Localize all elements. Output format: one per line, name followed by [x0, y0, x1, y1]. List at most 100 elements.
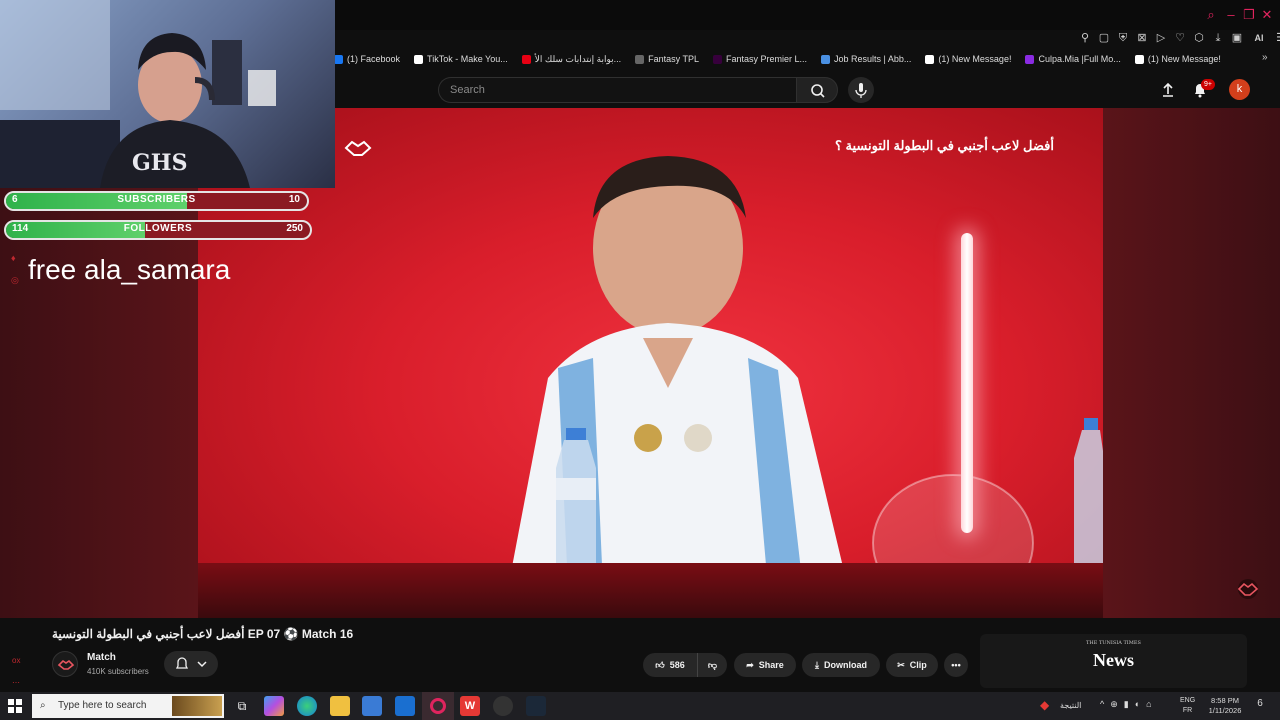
language-bottom: FR: [1182, 707, 1193, 714]
search-button[interactable]: [796, 77, 838, 103]
bookmark-item[interactable]: (1) New Message!: [1134, 54, 1221, 64]
windows-start-icon[interactable]: [6, 697, 24, 715]
tiktok-icon: ♦: [11, 253, 16, 263]
shield-icon[interactable]: ⛨: [1116, 31, 1130, 45]
file-explorer-icon[interactable]: [330, 696, 350, 716]
channel-name[interactable]: Match: [87, 652, 116, 663]
subscribers-label: SUBSCRIBERS: [117, 194, 196, 205]
bookmark-item[interactable]: Fantasy TPL: [635, 54, 699, 64]
bookmark-item[interactable]: Culpa.Mia |Full Mo...: [1025, 54, 1121, 64]
news-title: News: [1093, 650, 1134, 670]
left-rail-icon-1: ᴏx: [12, 656, 21, 665]
download-icon: ⤓: [815, 659, 819, 670]
overlay-message: free ala_samara: [28, 254, 231, 285]
download-icon[interactable]: ⤓: [1211, 31, 1225, 45]
bookmark-favicon-icon: [414, 54, 424, 64]
bookmark-item[interactable]: TikTok - Make You...: [414, 54, 508, 64]
close-icon[interactable]: ✕: [1258, 6, 1276, 24]
subscription-bell-button[interactable]: [164, 651, 218, 677]
subscribers-goal-bar: 6 SUBSCRIBERS 10: [4, 191, 309, 211]
more-bookmarks-icon[interactable]: »: [1262, 52, 1268, 63]
bookmark-label: Fantasy Premier L...: [726, 54, 808, 64]
table-surface: [198, 563, 1103, 618]
clock-date: 1/11/2026: [1208, 706, 1242, 715]
like-count: 586: [669, 660, 685, 670]
video-title: أفضل لاعب أجنبي في البطولة التونسية EP 0…: [52, 627, 354, 641]
ai-icon[interactable]: AI: [1249, 31, 1269, 45]
bookmark-label: (1) New Message!: [1147, 54, 1221, 64]
bookmark-item[interactable]: Fantasy Premier L...: [713, 54, 807, 64]
bookmark-item[interactable]: Job Results | Abb...: [821, 54, 911, 64]
video-blur-right: [1103, 108, 1280, 618]
handshake-logo-icon: [344, 140, 372, 156]
bookmark-favicon-icon: [821, 54, 831, 64]
wallet-icon[interactable]: ▣: [1230, 31, 1244, 45]
streamer-webcam: GHS: [0, 0, 276, 188]
language-top: ENG: [1180, 697, 1196, 704]
upload-icon[interactable]: [1158, 80, 1178, 100]
store-icon[interactable]: [362, 696, 382, 716]
followers-goal-bar: 114 FOLLOWERS 250: [4, 220, 312, 240]
minimize-icon[interactable]: –: [1222, 6, 1240, 24]
news-publisher: THE TUNISIA TIMES: [1086, 640, 1141, 646]
bookmark-label: بوابة إنتدابات سلك الأ...: [534, 53, 622, 64]
bookmark-item[interactable]: (1) Facebook: [334, 54, 400, 64]
clip-button[interactable]: ✂ Clip: [886, 653, 938, 677]
search-icon: [811, 84, 825, 98]
voice-search-button[interactable]: [848, 77, 874, 103]
bookmark-favicon-icon: [713, 54, 722, 64]
subscribers-goal: 10: [288, 194, 300, 205]
more-icon: •••: [951, 660, 961, 670]
user-avatar[interactable]: k: [1229, 79, 1250, 100]
menu-icon[interactable]: ☰: [1274, 31, 1280, 45]
heart-icon[interactable]: ♡: [1173, 31, 1187, 45]
task-view-icon[interactable]: ⧉: [232, 696, 252, 716]
play-icon[interactable]: ▷: [1154, 31, 1168, 45]
taskbar-search-icon: ⌕: [40, 700, 46, 711]
bookmark-label: (1) Facebook: [347, 54, 401, 64]
weather-app-icon[interactable]: ◆: [1040, 698, 1056, 714]
system-tray-icons[interactable]: ^⊕▮◐⌂: [1100, 699, 1158, 710]
edge-icon[interactable]: [297, 696, 317, 716]
like-button[interactable]: 👍︎ 586: [643, 653, 697, 677]
clip-label: Clip: [909, 660, 927, 670]
news-card[interactable]: THE TUNISIA TIMES News: [980, 634, 1247, 688]
obs-icon[interactable]: [493, 696, 513, 716]
channel-watermark-icon[interactable]: [1233, 578, 1263, 600]
bookmark-favicon-icon: [1025, 54, 1035, 64]
copilot-icon[interactable]: [264, 696, 284, 716]
more-actions-button[interactable]: •••: [944, 653, 968, 677]
channel-avatar[interactable]: [52, 651, 78, 677]
search-icon[interactable]: ⌕: [1202, 6, 1220, 24]
bookmark-favicon-icon: [635, 54, 645, 64]
bookmark-favicon-icon: [925, 54, 935, 64]
download-button[interactable]: ⤓ Download: [802, 653, 880, 677]
notification-center-icon[interactable]: 6: [1252, 698, 1268, 714]
bookmark-favicon-icon: [334, 54, 343, 64]
wps-icon[interactable]: W: [460, 696, 480, 716]
tray-weather-text[interactable]: النتيجة: [1060, 701, 1081, 710]
pin-icon[interactable]: ⚲: [1078, 31, 1092, 45]
bookmark-item[interactable]: (1) New Message!: [925, 54, 1011, 64]
dislike-button[interactable]: 👎︎: [697, 653, 727, 677]
restore-icon[interactable]: ❐: [1240, 6, 1258, 24]
share-icon: ➦: [746, 659, 754, 670]
browser-toolbar-icons: ⚲ ▢ ⛨ ⊠ ▷ ♡ ⬡ ⤓ ▣ AI ☰: [1078, 30, 1280, 46]
extensions-icon[interactable]: ⬡: [1192, 31, 1206, 45]
steam-icon[interactable]: [526, 696, 546, 716]
bookmark-label: Fantasy TPL: [648, 54, 699, 64]
taskbar-clock[interactable]: 8:58 PM 1/11/2026: [1203, 696, 1247, 716]
share-button[interactable]: ➦ Share: [734, 653, 796, 677]
language-indicator[interactable]: ENG FR: [1180, 696, 1195, 716]
screenshot-icon[interactable]: ▢: [1097, 31, 1111, 45]
followers-label: FOLLOWERS: [123, 223, 193, 234]
close-tab-icon[interactable]: ⊠: [1135, 31, 1149, 45]
search-input[interactable]: Search: [438, 77, 796, 103]
opera-gx-icon[interactable]: [422, 692, 454, 720]
windows-taskbar: Type here to search ⌕ ⧉ W ◆ النتيجة ^⊕▮◐…: [0, 692, 1280, 720]
bookmark-item[interactable]: بوابة إنتدابات سلك الأ...: [521, 53, 622, 65]
bookmark-label: Culpa.Mia |Full Mo...: [1038, 54, 1121, 64]
mail-icon[interactable]: [395, 696, 415, 716]
followers-goal: 250: [286, 223, 303, 234]
left-rail-icon-2: ⋯: [12, 678, 20, 687]
